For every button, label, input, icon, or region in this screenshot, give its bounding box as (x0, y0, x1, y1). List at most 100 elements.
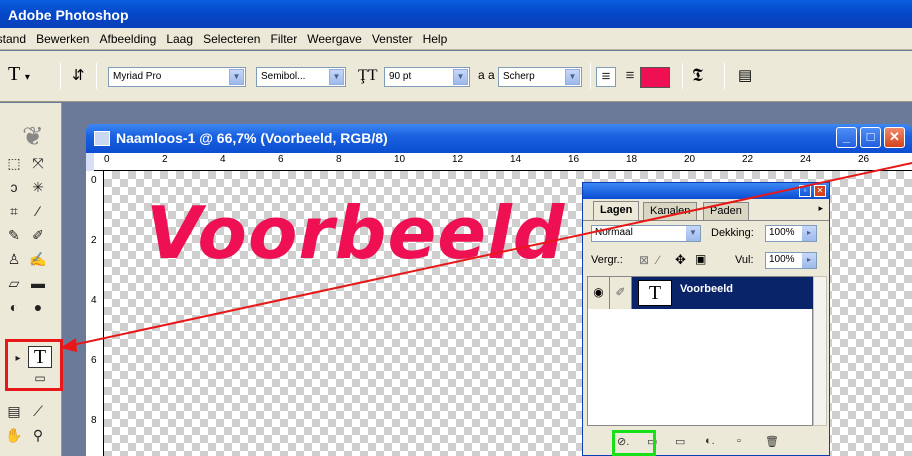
ruler-label: 14 (510, 154, 522, 165)
lock-label: Vergr.: (591, 254, 623, 266)
lock-transparency-icon[interactable]: ⊠ (639, 253, 649, 267)
opacity-value: 100% (769, 227, 795, 238)
app-title: Adobe Photoshop (8, 7, 129, 23)
panel-close-button[interactable]: ✕ (814, 185, 826, 197)
ruler-label: 20 (684, 154, 696, 165)
chevron-down-icon: ▼ (686, 226, 700, 241)
divider (583, 220, 829, 221)
warp-text-button[interactable]: 𝕿 (692, 65, 703, 87)
photoshop-app: Adobe Photoshop Bestand Bewerken Afbeeld… (0, 0, 912, 456)
menu-help[interactable]: Help (423, 32, 448, 46)
fill-label: Vul: (735, 254, 754, 266)
blur-tool-icon[interactable]: ◐ (4, 299, 24, 315)
blend-mode-select[interactable]: Normaal ▼ (591, 225, 701, 242)
layer-list-scrollbar[interactable] (813, 276, 827, 426)
lock-position-icon[interactable]: ✥ (675, 252, 686, 268)
new-layer-icon[interactable]: ▫ (737, 435, 741, 447)
minimize-button[interactable]: _ (836, 127, 857, 148)
ruler-label: 0 (104, 154, 110, 165)
tool-preset-label: T (8, 63, 20, 85)
antialias-select[interactable]: Scherp ▼ (498, 67, 582, 87)
font-family-select[interactable]: Myriad Pro ▼ (108, 67, 246, 87)
brush-tool-icon[interactable]: ✐ (28, 227, 48, 244)
notes-tool-icon[interactable]: ▤ (4, 403, 24, 420)
horizontal-ruler: 0 2 4 6 8 10 12 14 16 18 20 22 24 26 (94, 153, 912, 171)
healing-brush-icon[interactable]: ✎ (4, 227, 24, 244)
ruler-label: 22 (742, 154, 754, 165)
ruler-label: 6 (91, 355, 97, 366)
document-icon (94, 131, 110, 146)
chevron-down-icon: ▼ (229, 69, 244, 85)
history-brush-icon[interactable]: ✍ (28, 251, 48, 268)
zoom-tool-icon[interactable]: ⚲ (28, 427, 48, 444)
layer-row[interactable]: ◉ ✐ T Voorbeeld (588, 277, 814, 309)
ruler-label: 10 (394, 154, 406, 165)
lock-all-icon[interactable]: ▣ (695, 252, 706, 266)
font-size-select[interactable]: 90 pt ▼ (384, 67, 470, 87)
layers-panel: ▫ ✕ Lagen Kanalen Paden ▸ Normaal ▼ Dekki… (582, 182, 830, 456)
marquee-tool-icon[interactable]: ⬚ (4, 155, 24, 172)
ruler-label: 2 (162, 154, 168, 165)
font-style-select[interactable]: Semibol... ▼ (256, 67, 346, 87)
menu-venster[interactable]: Venster (372, 32, 413, 46)
layer-thumbnail: T (638, 280, 672, 306)
type-tool-button[interactable]: T (28, 346, 52, 368)
menu-bestand[interactable]: Bestand (0, 32, 26, 46)
text-orientation-icon[interactable]: ⇵ (72, 66, 85, 88)
magic-wand-tool-icon[interactable]: ✳ (28, 179, 48, 196)
align-left-button[interactable]: ≡ (596, 67, 616, 87)
panel-button-bar: ⊘. ▭ ▭ ◐. ▫ 🗑 (587, 430, 827, 456)
slice-tool-icon[interactable]: ∕ (28, 203, 48, 219)
crop-tool-icon[interactable]: ⌗ (4, 203, 24, 220)
brush-link-icon[interactable]: ✐ (610, 277, 632, 309)
menu-selecteren[interactable]: Selecteren (203, 32, 260, 46)
menu-bar: Bestand Bewerken Afbeelding Laag Selecte… (0, 28, 912, 50)
menu-laag[interactable]: Laag (166, 32, 193, 46)
ruler-label: 0 (91, 175, 97, 186)
fill-input[interactable]: 100% ▸ (765, 252, 817, 269)
move-tool-icon[interactable]: ⤧ (28, 155, 48, 172)
menu-afbeelding[interactable]: Afbeelding (100, 32, 157, 46)
blend-mode-value: Normaal (595, 227, 633, 238)
dodge-tool-icon[interactable]: ● (28, 299, 48, 315)
close-button[interactable]: ✕ (884, 127, 905, 148)
ruler-label: 4 (220, 154, 226, 165)
tool-preset-picker[interactable]: T ▾ (8, 63, 30, 85)
ruler-label: 8 (91, 415, 97, 426)
palettes-button[interactable]: ▤ (738, 66, 752, 88)
adjustment-layer-icon[interactable]: ◐. (705, 435, 715, 447)
canvas-text: Voorbeeld (146, 191, 566, 275)
eraser-tool-icon[interactable]: ▱ (4, 275, 24, 292)
align-center-button[interactable]: ≡ (620, 67, 640, 87)
opacity-input[interactable]: 100% ▸ (765, 225, 817, 242)
layer-name: Voorbeeld (680, 283, 733, 295)
tab-paden[interactable]: Paden (703, 202, 749, 220)
vertical-ruler: 0 2 4 6 8 (86, 171, 104, 456)
eyedropper-tool-icon[interactable]: ⟋ (28, 403, 48, 420)
eye-icon[interactable]: ◉ (588, 277, 610, 309)
ruler-label: 26 (858, 154, 870, 165)
hand-tool-icon[interactable]: ✋ (4, 427, 24, 444)
tab-lagen[interactable]: Lagen (593, 201, 640, 220)
stamp-tool-icon[interactable]: ♙ (4, 251, 24, 268)
menu-bewerken[interactable]: Bewerken (36, 32, 89, 46)
layer-group-icon[interactable]: ▭ (675, 435, 685, 448)
layer-list: ◉ ✐ T Voorbeeld (587, 276, 814, 426)
trash-icon[interactable]: 🗑 (765, 435, 779, 448)
panel-menu-icon[interactable]: ▸ (818, 203, 823, 214)
antialias-value: Scherp (503, 71, 535, 82)
menu-filter[interactable]: Filter (271, 32, 298, 46)
divider (96, 63, 97, 89)
maximize-button[interactable]: □ (860, 127, 881, 148)
lasso-tool-icon[interactable]: ↄ (4, 179, 24, 195)
menu-weergave[interactable]: Weergave (307, 32, 361, 46)
gradient-tool-icon[interactable]: ▬ (28, 275, 48, 291)
tab-kanalen[interactable]: Kanalen (643, 202, 698, 220)
ruler-label: 6 (278, 154, 284, 165)
options-bar: T ▾ ⇵ Myriad Pro ▼ Semibol... ▼ ŢT 90 pt ▼ … (0, 51, 912, 102)
text-color-swatch[interactable] (640, 67, 670, 88)
panel-minimize-button[interactable]: ▫ (799, 185, 811, 197)
lock-image-icon[interactable]: ∕ (657, 253, 659, 267)
ruler-label: 16 (568, 154, 580, 165)
toolbox: ❦ ⬚ ⤧ ↄ ✳ ⌗ ∕ ✎ ✐ ♙ ✍ ▱ ▬ ◐ ● ▸ ▭ ▤ ⟋ ✋ … (0, 103, 62, 456)
